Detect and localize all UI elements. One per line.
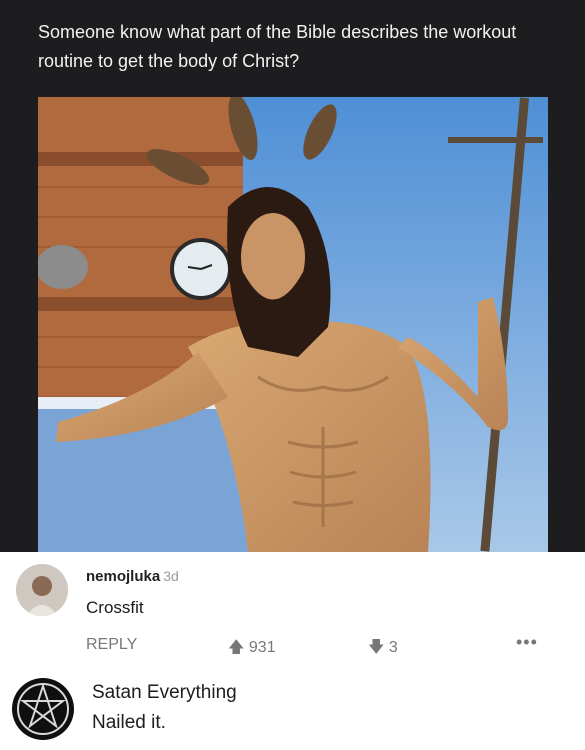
pentagram-icon[interactable] [12, 678, 74, 740]
more-options-button[interactable]: ••• [516, 632, 538, 653]
comment-text: Crossfit [86, 598, 144, 617]
comment-username[interactable]: nemojluka 3d [86, 568, 179, 585]
arrow-down-icon: 🡇 [368, 639, 385, 656]
comments-section: nemojluka 3d Crossfit REPLY 🡅 931 🡇 3 •••… [0, 552, 585, 750]
username-text[interactable]: nemojluka [86, 568, 160, 585]
comment-actions: REPLY 🡅 931 🡇 3 ••• [86, 632, 556, 658]
reply-button[interactable]: REPLY [86, 636, 137, 654]
comment-text: Nailed it. [92, 712, 166, 733]
downvote-count: 3 [388, 639, 398, 656]
post-title: Someone know what part of the Bible desc… [38, 22, 517, 71]
comment-age: 3d [163, 568, 179, 584]
avatar[interactable] [16, 564, 68, 616]
arrow-up-icon: 🡅 [228, 639, 245, 656]
comment-username[interactable]: Satan Everything [92, 682, 237, 704]
upvote-count: 931 [248, 639, 276, 656]
downvote-button[interactable]: 🡇 3 [368, 636, 398, 663]
post-image[interactable] [38, 97, 548, 552]
upvote-button[interactable]: 🡅 931 [228, 636, 276, 663]
comment: nemojluka 3d Crossfit REPLY 🡅 931 🡇 3 ••• [0, 552, 585, 670]
comment: Satan Everything Nailed it. [0, 670, 585, 750]
